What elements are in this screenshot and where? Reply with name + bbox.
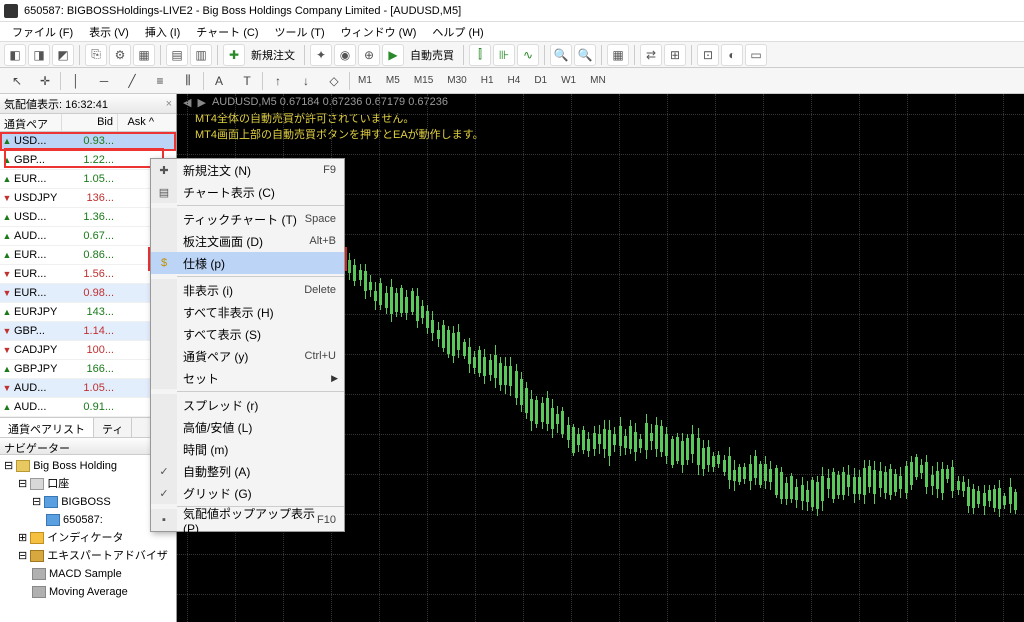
toolbar-icon[interactable]: ◩: [52, 44, 74, 66]
menu-chart[interactable]: チャート (C): [188, 22, 266, 42]
toolbar-icon[interactable]: ▦: [133, 44, 155, 66]
tab-tick[interactable]: ティ: [94, 418, 132, 437]
ctx-new-order[interactable]: ✚新規注文 (N)F9: [151, 159, 344, 181]
menu-help[interactable]: ヘルプ (H): [424, 22, 491, 42]
toolbar-icon[interactable]: ⊞: [664, 44, 686, 66]
hline-icon[interactable]: ─: [91, 71, 117, 91]
toolbar-icon[interactable]: ⎘: [85, 44, 107, 66]
toolbar-icon[interactable]: ⊡: [697, 44, 719, 66]
toolbar-icon[interactable]: ◨: [28, 44, 50, 66]
tf-m30[interactable]: M30: [441, 73, 472, 88]
ctx-hide[interactable]: 非表示 (i)Delete: [151, 279, 344, 301]
window-title: 650587: BIGBOSSHoldings-LIVE2 - Big Boss…: [24, 5, 461, 17]
text-icon[interactable]: A: [206, 71, 232, 91]
ctx-grid[interactable]: グリッド (G): [151, 482, 344, 504]
menu-insert[interactable]: 挿入 (I): [137, 22, 188, 42]
chart-bar-icon[interactable]: ⫿: [469, 44, 491, 66]
tf-m5[interactable]: M5: [380, 73, 406, 88]
ctx-show-all[interactable]: すべて表示 (S): [151, 323, 344, 345]
ctx-specification[interactable]: $仕様 (p): [151, 252, 344, 274]
menu-bar: ファイル (F) 表示 (V) 挿入 (I) チャート (C) ツール (T) …: [0, 22, 1024, 42]
marketwatch-row[interactable]: ▲USD...0.93...: [0, 132, 176, 151]
toolbar-icon[interactable]: ⚙: [109, 44, 131, 66]
menu-tool[interactable]: ツール (T): [267, 22, 333, 42]
fib-icon[interactable]: ⫼: [175, 71, 201, 91]
ctx-auto-arrange[interactable]: 自動整列 (A): [151, 460, 344, 482]
ctx-set[interactable]: セット▶: [151, 367, 344, 389]
main-toolbar: ◧ ◨ ◩ ⎘ ⚙ ▦ ▤ ▥ ✚ 新規注文 ✦ ◉ ⊕ ▶ 自動売買 ⫿ ⊪ …: [0, 42, 1024, 68]
vline-icon[interactable]: │: [63, 71, 89, 91]
crosshair-icon[interactable]: ✛: [32, 71, 58, 91]
tf-h4[interactable]: H4: [502, 73, 527, 88]
toolbar-icon[interactable]: ◐: [721, 44, 743, 66]
cursor-icon[interactable]: ↖: [4, 71, 30, 91]
toolbar-icon[interactable]: ▭: [745, 44, 767, 66]
ctx-popup[interactable]: ▪気配値ポップアップ表示 (P)F10: [151, 509, 344, 531]
trendline-icon[interactable]: ╱: [119, 71, 145, 91]
ctx-pairs[interactable]: 通貨ペア (y)Ctrl+U: [151, 345, 344, 367]
chart-line-icon[interactable]: ∿: [517, 44, 539, 66]
channel-icon[interactable]: ≡: [147, 71, 173, 91]
arrow-up-icon[interactable]: ↑: [265, 71, 291, 91]
toolbar-icon[interactable]: ✦: [310, 44, 332, 66]
toolbar-icon[interactable]: ◧: [4, 44, 26, 66]
tf-mn[interactable]: MN: [584, 73, 612, 88]
toolbar-icon[interactable]: ⊕: [358, 44, 380, 66]
arrow-down-icon[interactable]: ↓: [293, 71, 319, 91]
marketwatch-columns: 通貨ペア Bid Ask ^: [0, 114, 176, 132]
autotrade-button[interactable]: 自動売買: [406, 47, 458, 63]
tab-symbol-list[interactable]: 通貨ペアリスト: [0, 418, 94, 437]
drawing-toolbar: ↖ ✛ │ ─ ╱ ≡ ⫼ A T ↑ ↓ ◇ M1 M5 M15 M30 H1…: [0, 68, 1024, 94]
ctx-spread[interactable]: スプレッド (r): [151, 394, 344, 416]
tf-h1[interactable]: H1: [475, 73, 500, 88]
new-order-button[interactable]: 新規注文: [247, 47, 299, 63]
tf-d1[interactable]: D1: [528, 73, 553, 88]
tf-m15[interactable]: M15: [408, 73, 439, 88]
toolbar-icon[interactable]: ▦: [607, 44, 629, 66]
col-symbol[interactable]: 通貨ペア: [0, 114, 62, 131]
toolbar-icon[interactable]: ▤: [166, 44, 188, 66]
menu-window[interactable]: ウィンドウ (W): [333, 22, 425, 42]
ctx-chart-view[interactable]: ▤チャート表示 (C): [151, 181, 344, 203]
new-order-icon[interactable]: ✚: [223, 44, 245, 66]
ctx-hilo[interactable]: 高値/安値 (L): [151, 416, 344, 438]
toolbar-icon[interactable]: ⇄: [640, 44, 662, 66]
chevron-right-icon[interactable]: ▶: [197, 96, 205, 109]
warning-text-2: MT4画面上部の自動売買ボタンを押すとEAが動作します。: [177, 126, 1024, 142]
autotrade-icon[interactable]: ▶: [382, 44, 404, 66]
menu-file[interactable]: ファイル (F): [4, 22, 81, 42]
chart-candle-icon[interactable]: ⊪: [493, 44, 515, 66]
toolbar-icon[interactable]: ◉: [334, 44, 356, 66]
col-bid[interactable]: Bid: [62, 114, 118, 131]
tf-w1[interactable]: W1: [555, 73, 582, 88]
ctx-time[interactable]: 時間 (m): [151, 438, 344, 460]
objects-icon[interactable]: ◇: [321, 71, 347, 91]
title-bar: 650587: BIGBOSSHoldings-LIVE2 - Big Boss…: [0, 0, 1024, 22]
menu-view[interactable]: 表示 (V): [81, 22, 137, 42]
zoom-in-icon[interactable]: 🔍: [550, 44, 572, 66]
app-icon: [4, 4, 18, 18]
warning-text-1: MT4全体の自動売買が許可されていません。: [177, 110, 1024, 126]
ctx-depth[interactable]: 板注文画面 (D)Alt+B: [151, 230, 344, 252]
ctx-tick-chart[interactable]: ティックチャート (T)Space: [151, 208, 344, 230]
tf-m1[interactable]: M1: [352, 73, 378, 88]
close-icon[interactable]: ×: [166, 98, 172, 110]
marketwatch-header: 気配値表示: 16:32:41 ×: [0, 94, 176, 114]
zoom-out-icon[interactable]: 🔍: [574, 44, 596, 66]
toolbar-icon[interactable]: ▥: [190, 44, 212, 66]
context-menu: ✚新規注文 (N)F9 ▤チャート表示 (C) ティックチャート (T)Spac…: [150, 158, 345, 532]
chart-header: ◀ ▶ AUDUSD,M5 0.67184 0.67236 0.67179 0.…: [177, 94, 1024, 110]
label-icon[interactable]: T: [234, 71, 260, 91]
col-ask[interactable]: Ask ^: [118, 114, 158, 131]
ctx-hide-all[interactable]: すべて非表示 (H): [151, 301, 344, 323]
